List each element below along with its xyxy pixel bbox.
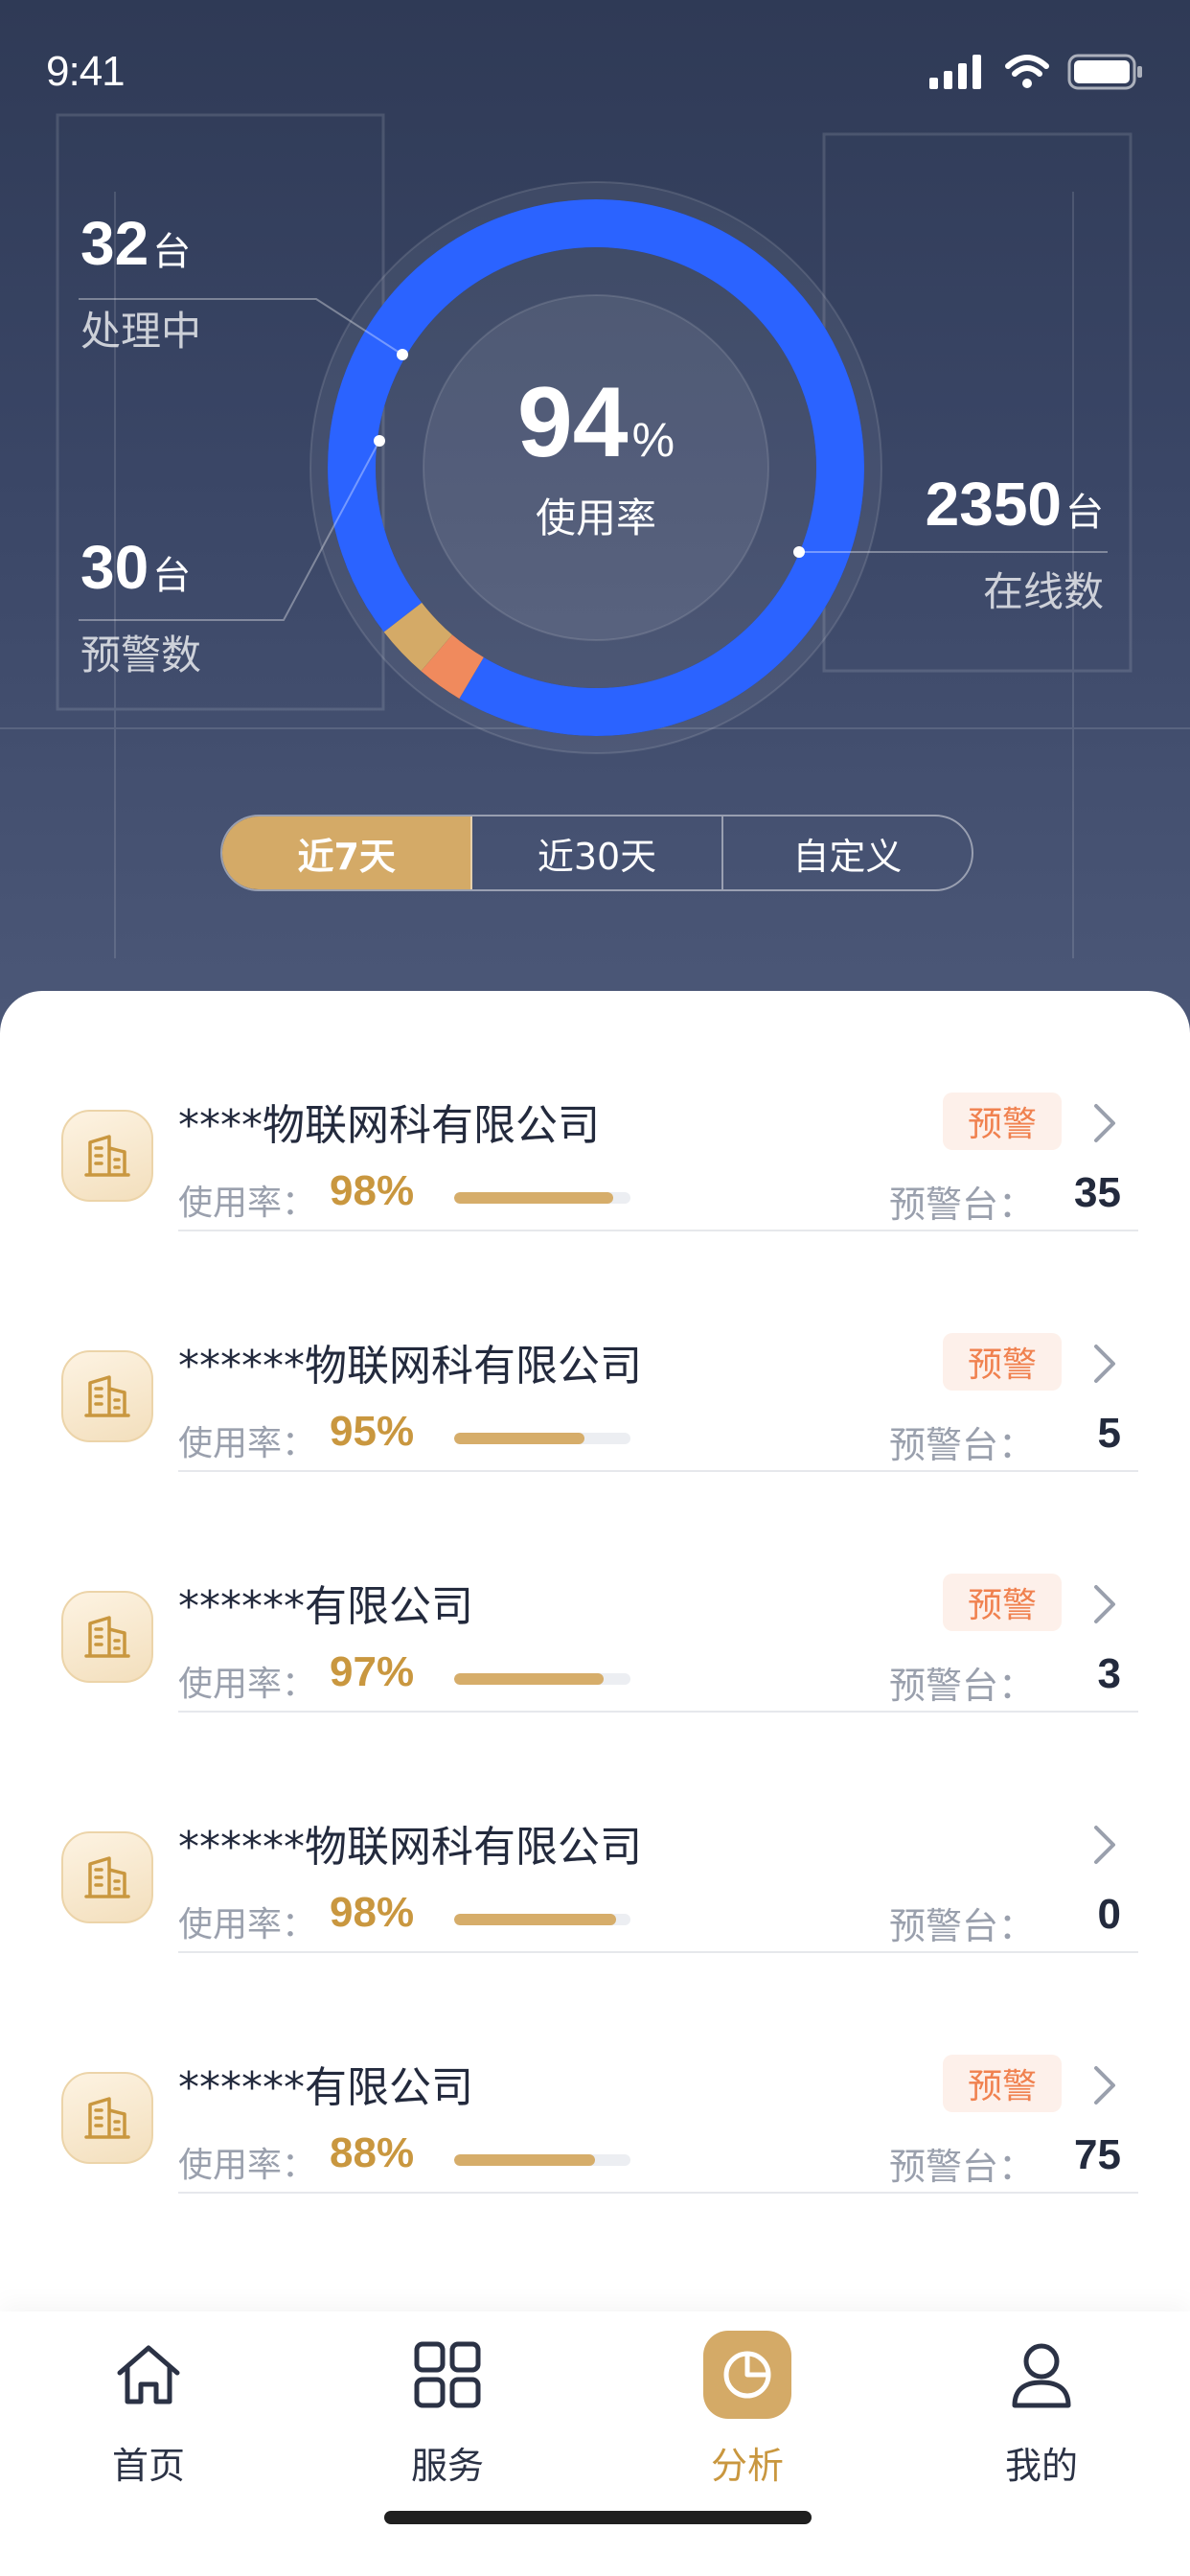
warning-count-value: 3 xyxy=(1097,1650,1121,1697)
usage-rate-value: 88% xyxy=(330,2129,415,2176)
company-name: ******有限公司 xyxy=(178,1582,473,1631)
building-icon xyxy=(61,1831,153,1923)
home-icon xyxy=(104,2331,193,2419)
list-item[interactable]: ******物联网科有限公司 使用率： 95% 预警 预警台： 5 xyxy=(0,1231,1190,1472)
tab-analysis-label: 分析 xyxy=(710,2445,784,2487)
usage-progress-fill xyxy=(454,1433,585,1444)
usage-rate-caption: 使用率： xyxy=(178,1424,317,1463)
building-icon xyxy=(61,1350,153,1442)
user-icon xyxy=(997,2331,1086,2419)
warning-badge: 预警 xyxy=(942,1574,1062,1631)
list-item[interactable]: ******物联网科有限公司 使用率： 98% 预警台： 0 xyxy=(0,1713,1190,1953)
usage-progress-fill xyxy=(454,1914,617,1925)
warning-count: 30 xyxy=(80,533,149,602)
usage-progress-bar xyxy=(454,1433,630,1444)
warning-count-caption: 预警台： xyxy=(888,1905,1035,1947)
processing-unit: 台 xyxy=(152,231,192,273)
summary-header: 9:41 94% 使用率 32 台 处理中 30 台 预警数 2350 台 在线… xyxy=(0,0,1190,1045)
warning-badge: 预警 xyxy=(942,1092,1062,1150)
usage-progress-fill xyxy=(454,1192,613,1204)
usage-rate-value: 98% xyxy=(330,1889,415,1936)
tab-home[interactable]: 首页 xyxy=(53,2331,244,2489)
usage-rate-caption: 使用率： xyxy=(178,1184,317,1223)
home-indicator xyxy=(384,2511,812,2524)
pie-chart-icon xyxy=(703,2331,791,2419)
tab-mine[interactable]: 我的 xyxy=(946,2331,1137,2489)
warning-label: 预警数 xyxy=(80,632,202,678)
usage-progress-fill xyxy=(454,2154,596,2166)
usage-rate-caption: 使用率： xyxy=(178,1665,317,1704)
company-name: ******物联网科有限公司 xyxy=(178,1823,642,1872)
warning-count-value: 0 xyxy=(1097,1891,1121,1938)
online-stat: 2350 台 在线数 xyxy=(926,473,1104,618)
usage-progress-fill xyxy=(454,1673,605,1685)
warning-count-value: 5 xyxy=(1097,1410,1121,1457)
warning-count-value: 35 xyxy=(1074,1169,1121,1216)
warning-badge: 预警 xyxy=(942,2055,1062,2112)
bottom-tab-bar: 首页 服务 分析 我的 xyxy=(0,2312,1190,2576)
usage-progress-bar xyxy=(454,1192,630,1204)
tab-analysis[interactable]: 分析 xyxy=(652,2331,843,2489)
processing-label: 处理中 xyxy=(80,308,202,355)
range-tab-7-days[interactable]: 近7天 xyxy=(222,816,473,889)
chevron-right-icon[interactable] xyxy=(1085,1581,1123,1627)
chevron-right-icon[interactable] xyxy=(1085,1341,1123,1387)
warning-unit: 台 xyxy=(152,555,192,597)
tab-mine-label: 我的 xyxy=(1004,2445,1078,2487)
processing-count: 32 xyxy=(80,209,149,278)
divider xyxy=(178,2192,1138,2194)
list-item[interactable]: ****物联网科有限公司 使用率： 98% 预警 预警台： 35 xyxy=(0,991,1190,1231)
range-tab-custom[interactable]: 自定义 xyxy=(723,816,972,889)
grid-icon xyxy=(403,2331,492,2419)
tab-home-label: 首页 xyxy=(111,2445,185,2487)
chevron-right-icon[interactable] xyxy=(1085,2062,1123,2108)
usage-progress-bar xyxy=(454,1673,630,1685)
company-name: ******有限公司 xyxy=(178,2063,473,2112)
tab-service-label: 服务 xyxy=(410,2445,484,2487)
online-unit: 台 xyxy=(1065,492,1104,534)
usage-progress-bar xyxy=(454,2154,630,2166)
company-name: ****物联网科有限公司 xyxy=(178,1101,600,1150)
usage-rate-value: 97% xyxy=(330,1648,415,1695)
usage-rate-value: 98% xyxy=(330,1167,415,1214)
online-label: 在线数 xyxy=(982,568,1104,615)
warning-count-caption: 预警台： xyxy=(888,1665,1035,1707)
chevron-right-icon[interactable] xyxy=(1085,1100,1123,1146)
company-list: ****物联网科有限公司 使用率： 98% 预警 预警台： 35 ******物… xyxy=(0,991,1190,2194)
building-icon xyxy=(61,1110,153,1202)
usage-rate-value: 95% xyxy=(330,1408,415,1455)
list-item[interactable]: ******有限公司 使用率： 88% 预警 预警台： 75 xyxy=(0,1953,1190,2194)
usage-progress-bar xyxy=(454,1914,630,1925)
date-range-selector: 近7天 近30天 自定义 xyxy=(220,815,973,891)
warning-count-caption: 预警台： xyxy=(888,2146,1035,2188)
online-count: 2350 xyxy=(925,470,1062,539)
processing-stat: 32 台 处理中 xyxy=(80,213,201,357)
chevron-right-icon[interactable] xyxy=(1085,1822,1123,1868)
list-item[interactable]: ******有限公司 使用率： 97% 预警 预警台： 3 xyxy=(0,1472,1190,1713)
warning-count-caption: 预警台： xyxy=(888,1424,1035,1466)
building-icon xyxy=(61,2072,153,2164)
warning-count-value: 75 xyxy=(1074,2131,1121,2178)
warning-count-caption: 预警台： xyxy=(888,1184,1035,1226)
warning-stat: 30 台 预警数 xyxy=(80,537,201,681)
usage-rate-caption: 使用率： xyxy=(178,2146,317,2185)
warning-badge: 预警 xyxy=(942,1333,1062,1391)
tab-service[interactable]: 服务 xyxy=(352,2331,543,2489)
building-icon xyxy=(61,1591,153,1683)
usage-rate-caption: 使用率： xyxy=(178,1905,317,1944)
company-name: ******物联网科有限公司 xyxy=(178,1342,642,1391)
range-tab-30-days[interactable]: 近30天 xyxy=(472,816,723,889)
